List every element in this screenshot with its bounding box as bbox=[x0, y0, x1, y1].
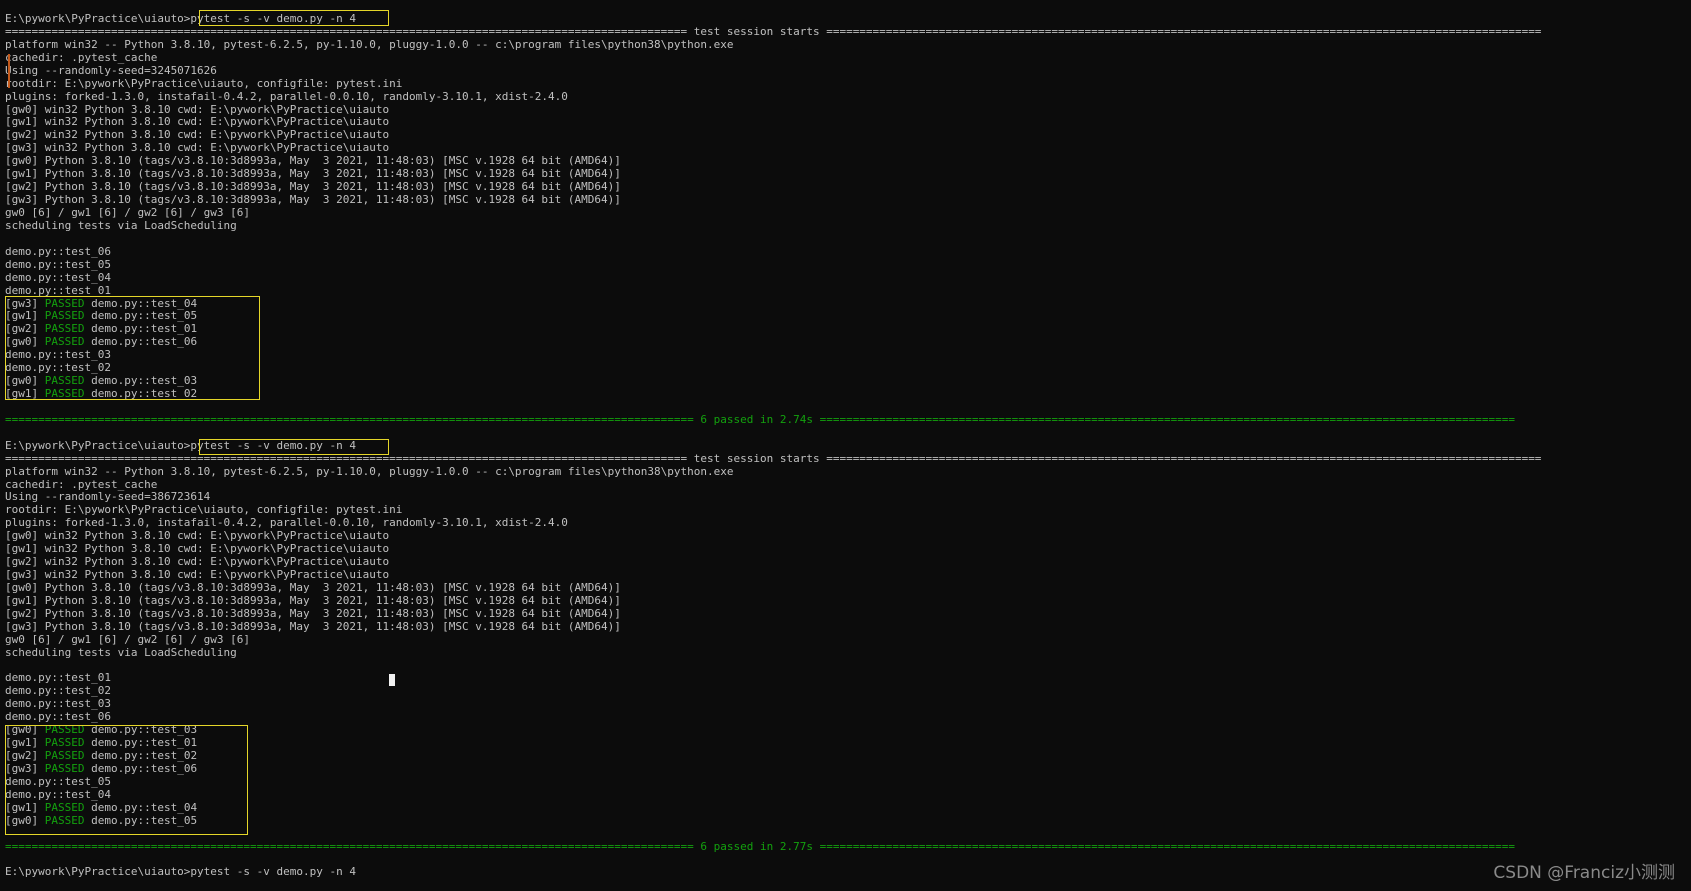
output-line: Using --randomly-seed=386723614 bbox=[5, 490, 211, 504]
output-line: plugins: forked-1.3.0, instafail-0.4.2, … bbox=[5, 516, 568, 530]
output-line: demo.py::test_04 bbox=[5, 787, 111, 801]
output-line: demo.py::test_06 bbox=[5, 710, 111, 724]
text-cursor bbox=[389, 674, 395, 686]
passed-label: PASSED bbox=[44, 387, 85, 400]
output-line: [gw3] win32 Python 3.8.10 cwd: E:\pywork… bbox=[5, 568, 390, 581]
output-line: demo.py::test_05 bbox=[5, 774, 111, 788]
output-line: [gw1] Python 3.8.10 (tags/v3.8.10:3d8993… bbox=[5, 167, 621, 181]
test-passed-line: [gw2] PASSED demo.py::test_02 bbox=[5, 749, 198, 762]
summary-line: ========================================… bbox=[5, 839, 1515, 853]
output-line: [gw3] Python 3.8.10 (tags/v3.8.10:3d8993… bbox=[5, 619, 621, 633]
passed-label: PASSED bbox=[44, 736, 85, 750]
output-line: demo.py::test_06 bbox=[5, 244, 111, 258]
output-line: demo.py::test_03 bbox=[5, 697, 111, 711]
output-line: Using --randomly-seed=3245071626 bbox=[5, 63, 217, 77]
test-passed-line: [gw0] PASSED demo.py::test_05 bbox=[5, 813, 198, 827]
passed-label: PASSED bbox=[44, 322, 85, 336]
output-line: [gw0] win32 Python 3.8.10 cwd: E:\pywork… bbox=[5, 102, 390, 116]
output-line: [gw3] Python 3.8.10 (tags/v3.8.10:3d8993… bbox=[5, 193, 621, 206]
test-passed-line: [gw1] PASSED demo.py::test_04 bbox=[5, 800, 198, 814]
output-line: [gw2] Python 3.8.10 (tags/v3.8.10:3d8993… bbox=[5, 606, 621, 620]
command-prompt-line: E:\pywork\PyPractice\uiauto>pytest -s -v… bbox=[5, 438, 356, 452]
output-line: ========================================… bbox=[5, 451, 1542, 465]
output-line: scheduling tests via LoadScheduling bbox=[5, 645, 237, 659]
output-line: [gw0] Python 3.8.10 (tags/v3.8.10:3d8993… bbox=[5, 154, 621, 168]
watermark-text: CSDN @Franciz小测测 bbox=[1493, 863, 1675, 883]
output-line: ========================================… bbox=[5, 24, 1542, 38]
output-line: [gw1] win32 Python 3.8.10 cwd: E:\pywork… bbox=[5, 115, 390, 129]
terminal-window[interactable]: E:\pywork\PyPractice\uiauto>pytest -s -v… bbox=[0, 0, 1691, 891]
output-line: scheduling tests via LoadScheduling bbox=[5, 218, 237, 232]
output-line: [gw1] win32 Python 3.8.10 cwd: E:\pywork… bbox=[5, 542, 390, 556]
output-line: [gw0] win32 Python 3.8.10 cwd: E:\pywork… bbox=[5, 529, 390, 543]
test-passed-line: [gw0] PASSED demo.py::test_03 bbox=[5, 723, 198, 737]
passed-label: PASSED bbox=[44, 374, 85, 387]
test-passed-line: [gw3] PASSED demo.py::test_04 bbox=[5, 296, 198, 310]
output-line: plugins: forked-1.3.0, instafail-0.4.2, … bbox=[5, 89, 568, 103]
output-line: [gw3] win32 Python 3.8.10 cwd: E:\pywork… bbox=[5, 141, 390, 155]
output-line: [gw0] Python 3.8.10 (tags/v3.8.10:3d8993… bbox=[5, 580, 621, 594]
passed-label: PASSED bbox=[44, 761, 85, 775]
passed-label: PASSED bbox=[44, 749, 85, 762]
command-prompt-line: E:\pywork\PyPractice\uiauto>pytest -s -v… bbox=[5, 12, 356, 25]
passed-label: PASSED bbox=[44, 296, 85, 310]
scroll-marker bbox=[8, 54, 10, 88]
output-line: rootdir: E:\pywork\PyPractice\uiauto, co… bbox=[5, 76, 403, 90]
test-passed-line: [gw2] PASSED demo.py::test_01 bbox=[5, 322, 198, 336]
test-passed-line: [gw1] PASSED demo.py::test_02 bbox=[5, 387, 198, 400]
passed-label: PASSED bbox=[44, 813, 85, 827]
passed-label: PASSED bbox=[44, 309, 85, 323]
output-line: [gw2] win32 Python 3.8.10 cwd: E:\pywork… bbox=[5, 128, 390, 142]
output-line: platform win32 -- Python 3.8.10, pytest-… bbox=[5, 464, 734, 478]
command-prompt-line: E:\pywork\PyPractice\uiauto>pytest -s -v… bbox=[5, 865, 356, 879]
passed-label: PASSED bbox=[44, 335, 85, 349]
passed-label: PASSED bbox=[44, 800, 85, 814]
output-line: demo.py::test_02 bbox=[5, 361, 111, 375]
test-passed-line: [gw3] PASSED demo.py::test_06 bbox=[5, 761, 198, 775]
output-line: gw0 [6] / gw1 [6] / gw2 [6] / gw3 [6] bbox=[5, 632, 251, 646]
test-passed-line: [gw1] PASSED demo.py::test_05 bbox=[5, 309, 198, 323]
output-line: rootdir: E:\pywork\PyPractice\uiauto, co… bbox=[5, 503, 403, 517]
output-line: demo.py::test_05 bbox=[5, 257, 111, 271]
output-line: [gw2] win32 Python 3.8.10 cwd: E:\pywork… bbox=[5, 555, 390, 569]
output-line: platform win32 -- Python 3.8.10, pytest-… bbox=[5, 37, 734, 51]
output-line: gw0 [6] / gw1 [6] / gw2 [6] / gw3 [6] bbox=[5, 205, 251, 219]
summary-line: ========================================… bbox=[5, 412, 1515, 426]
output-line: demo.py::test_04 bbox=[5, 270, 111, 284]
output-line: [gw2] Python 3.8.10 (tags/v3.8.10:3d8993… bbox=[5, 180, 621, 194]
passed-label: PASSED bbox=[44, 723, 85, 737]
output-line: [gw1] Python 3.8.10 (tags/v3.8.10:3d8993… bbox=[5, 593, 621, 607]
test-passed-line: [gw0] PASSED demo.py::test_03 bbox=[5, 374, 198, 387]
test-passed-line: [gw1] PASSED demo.py::test_01 bbox=[5, 736, 198, 750]
output-line: cachedir: .pytest_cache bbox=[5, 50, 158, 64]
output-line: demo.py::test_03 bbox=[5, 348, 111, 362]
output-line: demo.py::test_01 bbox=[5, 283, 111, 297]
output-line: demo.py::test_01 bbox=[5, 671, 111, 685]
output-line: cachedir: .pytest_cache bbox=[5, 477, 158, 491]
output-line: demo.py::test_02 bbox=[5, 684, 111, 698]
test-passed-line: [gw0] PASSED demo.py::test_06 bbox=[5, 335, 198, 349]
